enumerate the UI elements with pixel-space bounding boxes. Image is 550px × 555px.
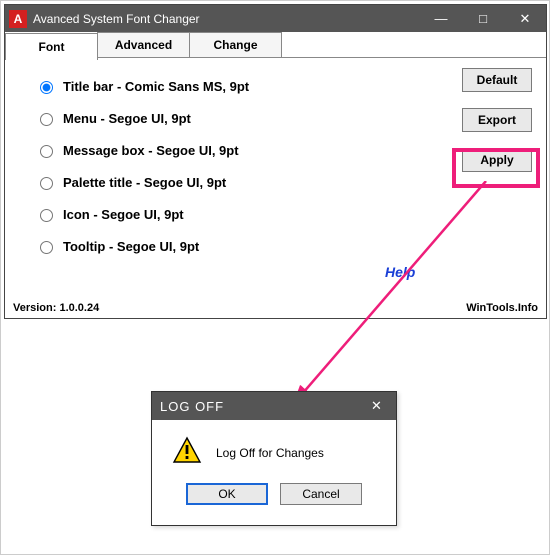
help-link[interactable]: Help [385,264,415,280]
close-button[interactable]: ✕ [504,5,546,32]
minimize-button[interactable]: — [420,5,462,32]
dialog-body: Log Off for Changes [152,420,396,477]
radio-message-box[interactable]: Message box - Segoe UI, 9pt [35,142,249,158]
radio-input[interactable] [40,145,53,158]
tab-change[interactable]: Change [189,32,282,57]
default-button[interactable]: Default [462,68,532,92]
font-option-list: Title bar - Comic Sans MS, 9pt Menu - Se… [35,78,249,270]
main-window: A Avanced System Font Changer — □ ✕ Font… [4,4,547,319]
version-label: Version: 1.0.0.24 [13,302,99,314]
content-area: Title bar - Comic Sans MS, 9pt Menu - Se… [5,58,546,298]
radio-icon[interactable]: Icon - Segoe UI, 9pt [35,206,249,222]
action-buttons: Default Export Apply [462,68,532,172]
radio-title-bar[interactable]: Title bar - Comic Sans MS, 9pt [35,78,249,94]
radio-input[interactable] [40,81,53,94]
radio-label: Menu - Segoe UI, 9pt [63,111,191,126]
dialog-button-row: OK Cancel [152,477,396,515]
radio-input[interactable] [40,113,53,126]
maximize-button[interactable]: □ [462,5,504,32]
radio-label: Message box - Segoe UI, 9pt [63,143,239,158]
radio-input[interactable] [40,177,53,190]
tab-font[interactable]: Font [5,33,98,60]
radio-menu[interactable]: Menu - Segoe UI, 9pt [35,110,249,126]
window-buttons: — □ ✕ [420,5,546,32]
radio-label: Title bar - Comic Sans MS, 9pt [63,79,249,94]
tab-advanced[interactable]: Advanced [97,32,190,57]
radio-input[interactable] [40,209,53,222]
radio-label: Tooltip - Segoe UI, 9pt [63,239,199,254]
ok-button[interactable]: OK [186,483,268,505]
dialog-titlebar[interactable]: LOG OFF ✕ [152,392,396,420]
cancel-button[interactable]: Cancel [280,483,362,505]
radio-palette-title[interactable]: Palette title - Segoe UI, 9pt [35,174,249,190]
app-icon: A [5,10,31,28]
warning-icon [172,436,202,469]
apply-button[interactable]: Apply [462,148,532,172]
dialog-close-button[interactable]: ✕ [358,398,396,414]
radio-label: Icon - Segoe UI, 9pt [63,207,184,222]
radio-tooltip[interactable]: Tooltip - Segoe UI, 9pt [35,238,249,254]
tab-bar: Font Advanced Change [5,32,546,58]
radio-label: Palette title - Segoe UI, 9pt [63,175,226,190]
export-button[interactable]: Export [462,108,532,132]
statusbar: Version: 1.0.0.24 WinTools.Info [5,298,546,318]
window-title: Avanced System Font Changer [31,12,420,26]
svg-text:A: A [14,12,23,26]
dialog-message: Log Off for Changes [216,446,324,460]
logoff-dialog: LOG OFF ✕ Log Off for Changes OK Cancel [151,391,397,526]
site-label: WinTools.Info [466,302,538,314]
titlebar[interactable]: A Avanced System Font Changer — □ ✕ [5,5,546,32]
radio-input[interactable] [40,241,53,254]
dialog-title: LOG OFF [160,399,224,414]
